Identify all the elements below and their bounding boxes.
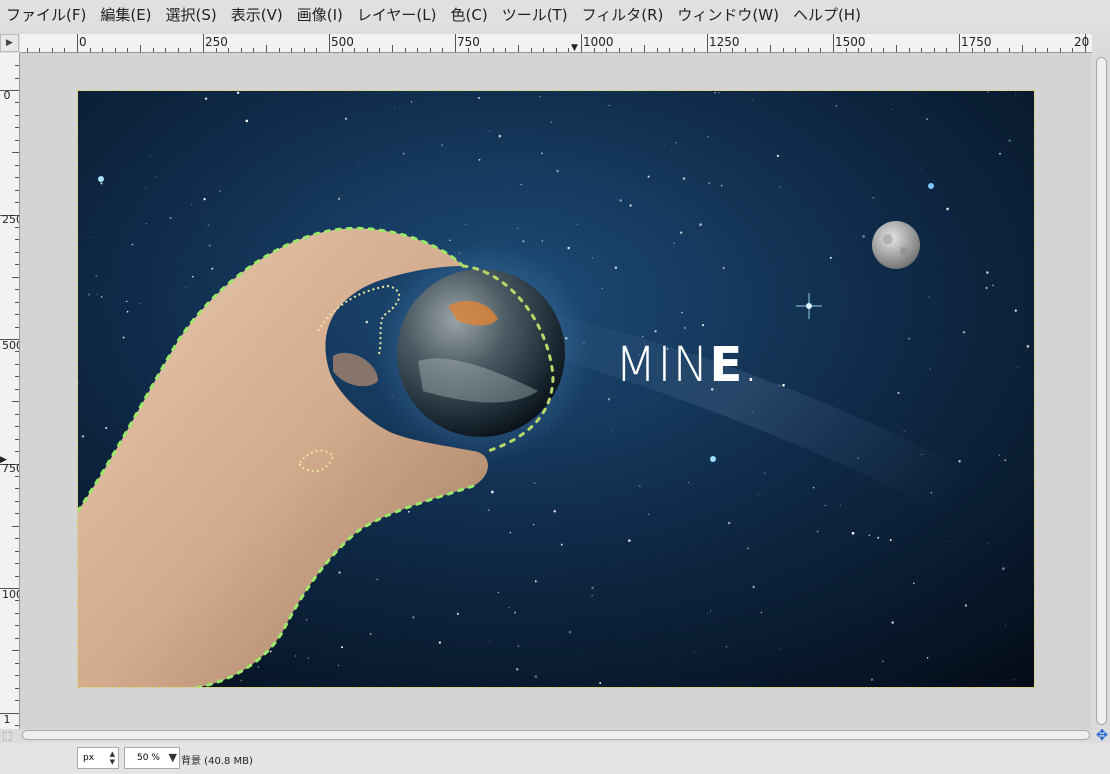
pointer-marker-icon: ▶ [0,455,7,465]
ruler-label: 500 [2,339,19,352]
zoom-value: 50 % [137,753,160,763]
ruler-ticks [0,65,19,726]
ruler-label: 20 [1074,35,1090,49]
image-canvas[interactable]: MINE. [77,90,1035,688]
image-menu-button[interactable]: ▶ [0,34,19,52]
ruler-label: 0 [3,89,11,102]
ruler-label: 1000 [583,35,614,49]
status-bar: px ▲ ▼ 50 % ▼ 背景 (40.8 MB) [0,743,1110,774]
menu-filters[interactable]: フィルタ(R) [576,0,672,31]
vertical-scrollbar[interactable] [1093,53,1110,729]
menu-layer[interactable]: レイヤー(L) [351,0,445,31]
ruler-label: 1250 [709,35,740,49]
horizontal-scroll-thumb[interactable] [22,730,1090,740]
svg-text:MINE.: MINE. [615,337,760,393]
menu-color[interactable]: 色(C) [445,0,496,31]
menu-help[interactable]: ヘルプ(H) [787,0,869,31]
ruler-label: 250 [205,35,228,49]
canvas-text-bold: E [709,337,743,393]
canvas-area[interactable]: MINE. [20,53,1092,729]
zoom-select[interactable]: 50 % ▼ [124,747,180,769]
canvas-text-light: MIN [615,337,709,393]
menu-file[interactable]: ファイル(F) [0,0,94,31]
vertical-scroll-thumb[interactable] [1096,57,1107,725]
menu-view[interactable]: 表示(V) [225,0,291,31]
menu-edit[interactable]: 編集(E) [94,0,159,31]
navigate-cross-icon: ✥ [1095,726,1109,744]
menu-tools[interactable]: ツール(T) [496,0,576,31]
ruler-label: 0 [79,35,87,49]
menu-windows[interactable]: ウィンドウ(W) [671,0,787,31]
ruler-label: 1750 [961,35,992,49]
layer-info-text: 背景 (40.8 MB) [181,756,253,767]
pointer-marker-icon: ▼ [571,43,578,53]
ruler-ticks [27,34,1086,52]
ruler-label: 750 [457,35,480,49]
menu-bar: ファイル(F) 編集(E) 選択(S) 表示(V) 画像(I) レイヤー(L) … [0,0,1110,31]
dashed-square-icon: ⬚ [2,729,13,742]
ruler-label: 1500 [835,35,866,49]
menu-select[interactable]: 選択(S) [160,0,225,31]
chevron-down-icon: ▼ [168,751,177,764]
ruler-label: 500 [331,35,354,49]
menu-image[interactable]: 画像(I) [291,0,351,31]
canvas-text-dot: . [743,337,759,393]
navigate-button[interactable]: ✥ [1094,727,1110,743]
unit-value: px [83,753,95,763]
horizontal-ruler[interactable]: 0 250 500 750 1000 1250 1500 1750 20 ▼ [20,34,1092,53]
unit-select[interactable]: px ▲ ▼ [77,747,119,769]
spin-arrows-icon: ▲ ▼ [109,750,115,766]
space-artwork: MINE. [78,91,1034,687]
vertical-ruler[interactable]: 0 250 500 750 1000 1 ▶ [0,53,20,729]
ruler-label: 1 [3,713,11,726]
ruler-label: 250 [2,213,19,226]
horizontal-scrollbar[interactable] [20,729,1092,741]
ruler-label: 1000 [2,588,19,601]
quick-mask-toggle[interactable]: ⬚ [2,729,16,742]
arrow-right-icon: ▶ [6,38,13,48]
